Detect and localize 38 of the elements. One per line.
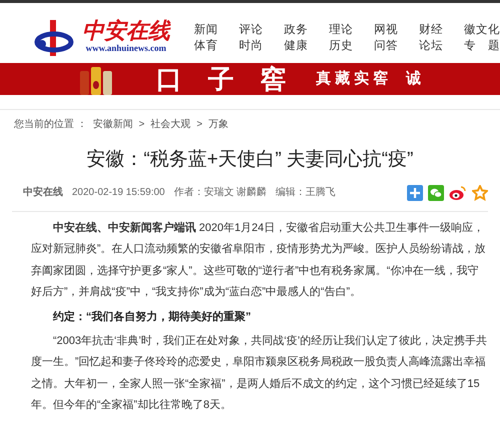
breadcrumb-link[interactable]: 万象 bbox=[208, 117, 228, 132]
nav-link[interactable]: 新闻 bbox=[194, 22, 218, 36]
chat-bubbles-icon[interactable] bbox=[428, 184, 444, 200]
nav-link[interactable]: 财经 bbox=[419, 22, 443, 36]
publish-time: 2020-02-19 15:59:00 bbox=[72, 186, 165, 200]
eye-swirl-icon[interactable] bbox=[449, 184, 467, 200]
breadcrumb-separator: > bbox=[196, 118, 202, 132]
star-icon[interactable] bbox=[472, 184, 488, 200]
nav-link[interactable]: 理论 bbox=[329, 22, 353, 36]
nav-link[interactable]: 历史 bbox=[329, 38, 353, 52]
article-title: 安徽：“税务蓝+天使白” 夫妻同心抗“疫” bbox=[86, 148, 414, 172]
banner-brand: 口 子 窖 bbox=[156, 66, 286, 92]
plus-icon[interactable] bbox=[407, 184, 423, 200]
article-author: 作者：安瑞文 谢麟麟 bbox=[174, 186, 267, 200]
breadcrumb-link[interactable]: 安徽新闻 bbox=[92, 117, 133, 132]
nav-link[interactable]: 问答 bbox=[374, 38, 398, 52]
nav-link[interactable]: 网视 bbox=[374, 22, 398, 36]
nav-link[interactable]: 政务 bbox=[284, 22, 308, 36]
breadcrumb-label: 您当前的位置 ： bbox=[14, 118, 87, 132]
breadcrumb-separator: > bbox=[138, 118, 145, 132]
ad-banner[interactable]: 口 子 窖 真藏实窖 诚 bbox=[0, 63, 500, 95]
banner-slogan: 真藏实窖 bbox=[316, 68, 392, 89]
breadcrumb-link[interactable]: 社会大观 bbox=[150, 117, 191, 132]
nav-link[interactable]: 健康 bbox=[284, 38, 308, 52]
article-paragraph: 中安在线、中安新闻客户端讯 2020年1月24日，安徽省启动重大公共卫生事件一级响应，应对新冠肺炎”。在人口流动频繁的安徽省阜阳市，疫情形势尤为严峻。医护人员纷纷请战，放弃阖家团圆，选择守护更多“家人”。这些可敬的“逆行者”中也有税务家属。“你冲在一线，我守好后方”，并肩战“疫”中，“我支持你”成为“蓝白恋”中最感人的“告白”。 bbox=[31, 220, 487, 300]
nav-link[interactable]: 徽文化 bbox=[464, 22, 500, 36]
nav-link[interactable]: 专 题 bbox=[464, 38, 500, 52]
logo-url: www.anhuinews.com bbox=[86, 42, 166, 55]
article-source: 中安在线 bbox=[23, 185, 63, 200]
nav-link[interactable]: 论坛 bbox=[419, 38, 443, 52]
nav-link[interactable]: 时尚 bbox=[239, 38, 263, 52]
article-paragraph: “2003年抗击‘非典’时，我们正在处对象，共同战‘疫’的经历让我们认定了彼此，决定携手共度一生。”回忆起和妻子佟玲玲的恋爱史，阜阳市颍泉区税务局税政一股负责人高峰流露出幸福之情。大年初一，全家人照一张“全家福”，是两人婚后不成文的约定，这个习惯已经延续了15年。但今年的“全家福”却比往常晚了8天。 bbox=[31, 334, 488, 413]
article-editor: 编辑：王腾飞 bbox=[276, 186, 336, 200]
nav-link[interactable]: 体育 bbox=[194, 38, 218, 52]
banner-slogan: 诚 bbox=[406, 68, 421, 89]
section-heading: 约定：“我们各自努力，期待美好的重聚” bbox=[52, 309, 252, 324]
logo-title: 中安在线 bbox=[82, 20, 170, 42]
nav-link[interactable]: 评论 bbox=[239, 22, 263, 36]
